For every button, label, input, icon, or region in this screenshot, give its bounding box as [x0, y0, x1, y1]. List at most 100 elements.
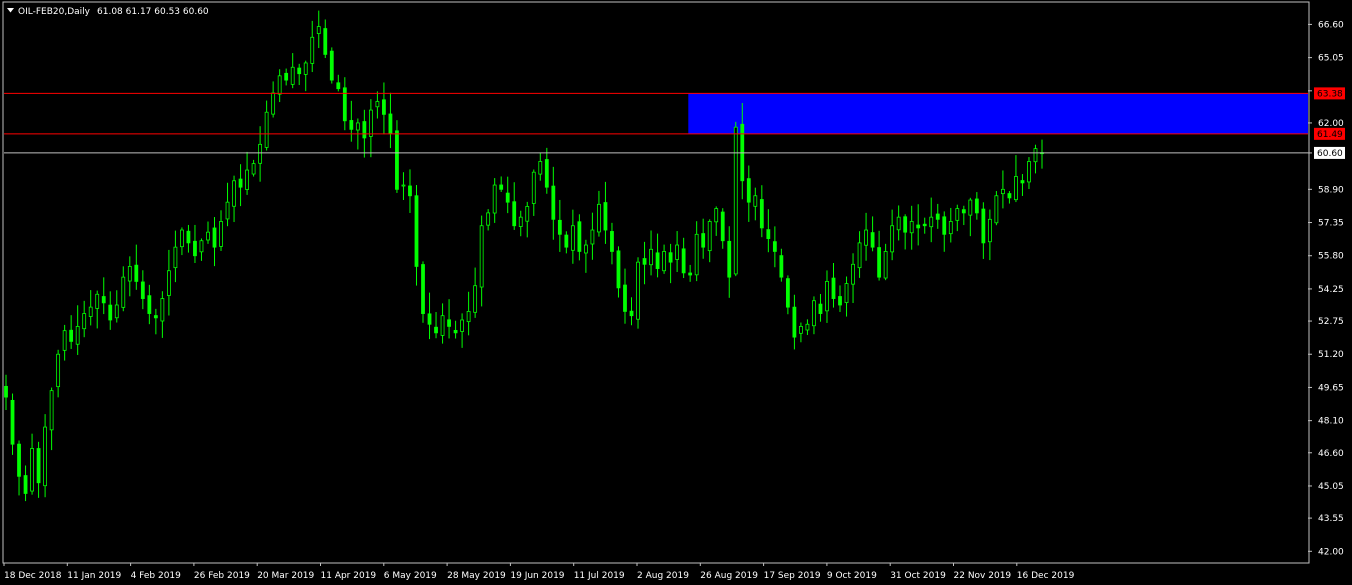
y-tick-label: 51.20 — [1318, 350, 1344, 360]
candle-body — [147, 295, 152, 314]
candle-body — [375, 101, 380, 108]
candle-body — [518, 216, 523, 227]
x-tick-label: 16 Dec 2019 — [1017, 571, 1075, 581]
candle-body — [544, 159, 549, 188]
candle-body — [36, 448, 41, 484]
candle-body — [199, 240, 204, 253]
price-tag-text: 60.60 — [1317, 149, 1343, 159]
chart-header: OIL-FEB20,Daily 61.08 61.17 60.53 60.60 — [7, 7, 209, 17]
x-tick-label: 22 Nov 2019 — [954, 571, 1012, 581]
candle-body — [642, 258, 647, 265]
candle-body — [303, 62, 308, 75]
candle-body — [799, 326, 803, 334]
x-tick-label: 6 May 2019 — [384, 571, 437, 581]
candle-body — [994, 195, 999, 224]
candle-body — [408, 185, 412, 197]
candle-body — [981, 208, 986, 244]
candle-body — [844, 283, 849, 303]
x-tick-label: 26 Aug 2019 — [700, 571, 758, 581]
candle-body — [792, 306, 797, 338]
candle-body — [785, 278, 790, 308]
candle-body — [753, 195, 758, 207]
candle-body — [701, 233, 706, 248]
candle-body — [160, 298, 165, 322]
candle-body — [342, 87, 347, 122]
candle-body — [668, 252, 673, 263]
candle-body — [896, 216, 901, 231]
candle-body — [1014, 176, 1018, 201]
supply-zone[interactable] — [688, 93, 1308, 134]
candle-body — [570, 225, 575, 251]
candle — [636, 257, 640, 329]
candle-body — [825, 281, 829, 312]
symbol-label: OIL-FEB20,Daily — [18, 7, 91, 17]
price-chart[interactable]: OIL-FEB20,Daily 61.08 61.17 60.53 60.60 … — [0, 0, 1352, 585]
candle-body — [43, 426, 47, 487]
candle-body — [349, 120, 354, 130]
candle-body — [180, 229, 184, 248]
candle-body — [297, 67, 302, 75]
candle-body — [812, 300, 816, 327]
y-tick-label: 54.25 — [1318, 285, 1344, 295]
x-tick-label: 18 Dec 2018 — [4, 571, 62, 581]
x-tick-label: 11 Apr 2019 — [321, 571, 377, 581]
level-price-tag: 63.38 — [1314, 87, 1345, 100]
candle-body — [870, 232, 875, 248]
candle — [329, 47, 334, 84]
candle-body — [388, 113, 393, 135]
candle-body — [935, 213, 940, 220]
y-tick-label: 57.35 — [1318, 219, 1344, 229]
candle-body — [1033, 148, 1038, 163]
candle-body — [284, 72, 289, 81]
y-tick-label: 66.60 — [1318, 20, 1344, 30]
candle-body — [590, 229, 595, 245]
candle-body — [610, 231, 614, 252]
candle-body — [17, 443, 21, 477]
candle-body — [336, 82, 341, 90]
candle-body — [525, 206, 530, 222]
candle-body — [909, 221, 914, 234]
candle-body — [759, 199, 764, 229]
x-tick-label: 4 Feb 2019 — [131, 571, 182, 581]
candle-body — [916, 224, 921, 229]
candle-body — [681, 248, 686, 274]
x-tick-label: 19 Jun 2019 — [510, 571, 564, 581]
candle-body — [101, 296, 106, 304]
candle-body — [720, 211, 725, 242]
candle-body — [82, 313, 87, 330]
candle-body — [114, 304, 119, 319]
candle-body — [577, 221, 582, 252]
candle-body — [636, 261, 640, 320]
candle — [733, 121, 738, 277]
candle-body — [955, 208, 960, 221]
y-tick-label: 43.55 — [1318, 514, 1344, 524]
candle-body — [88, 306, 93, 317]
candle-body — [505, 192, 510, 203]
y-tick-label: 62.00 — [1318, 119, 1344, 129]
candle-body — [258, 143, 263, 164]
candle-body — [421, 264, 425, 314]
candle-body — [890, 225, 895, 253]
candle-body — [49, 390, 54, 431]
candle-body — [707, 221, 712, 252]
candle-body — [219, 221, 223, 247]
candle-body — [961, 209, 966, 214]
x-tick-label: 17 Sep 2019 — [764, 571, 821, 581]
candle-body — [173, 246, 178, 269]
candle-body — [623, 284, 627, 312]
candle-body — [134, 264, 139, 282]
y-tick-label: 48.10 — [1318, 417, 1344, 427]
candle-body — [629, 310, 634, 317]
x-tick-label: 11 Jul 2019 — [574, 571, 625, 581]
candle-body — [466, 311, 471, 323]
y-tick-label: 45.05 — [1318, 482, 1344, 492]
candle-body — [232, 180, 236, 207]
candle-body — [583, 244, 588, 254]
candle-body — [857, 242, 862, 269]
candle-body — [557, 219, 562, 235]
candle-body — [310, 36, 315, 64]
candle-body — [414, 195, 419, 267]
candle-body — [56, 353, 61, 388]
y-tick-label: 65.05 — [1318, 54, 1344, 64]
candle — [421, 261, 425, 323]
